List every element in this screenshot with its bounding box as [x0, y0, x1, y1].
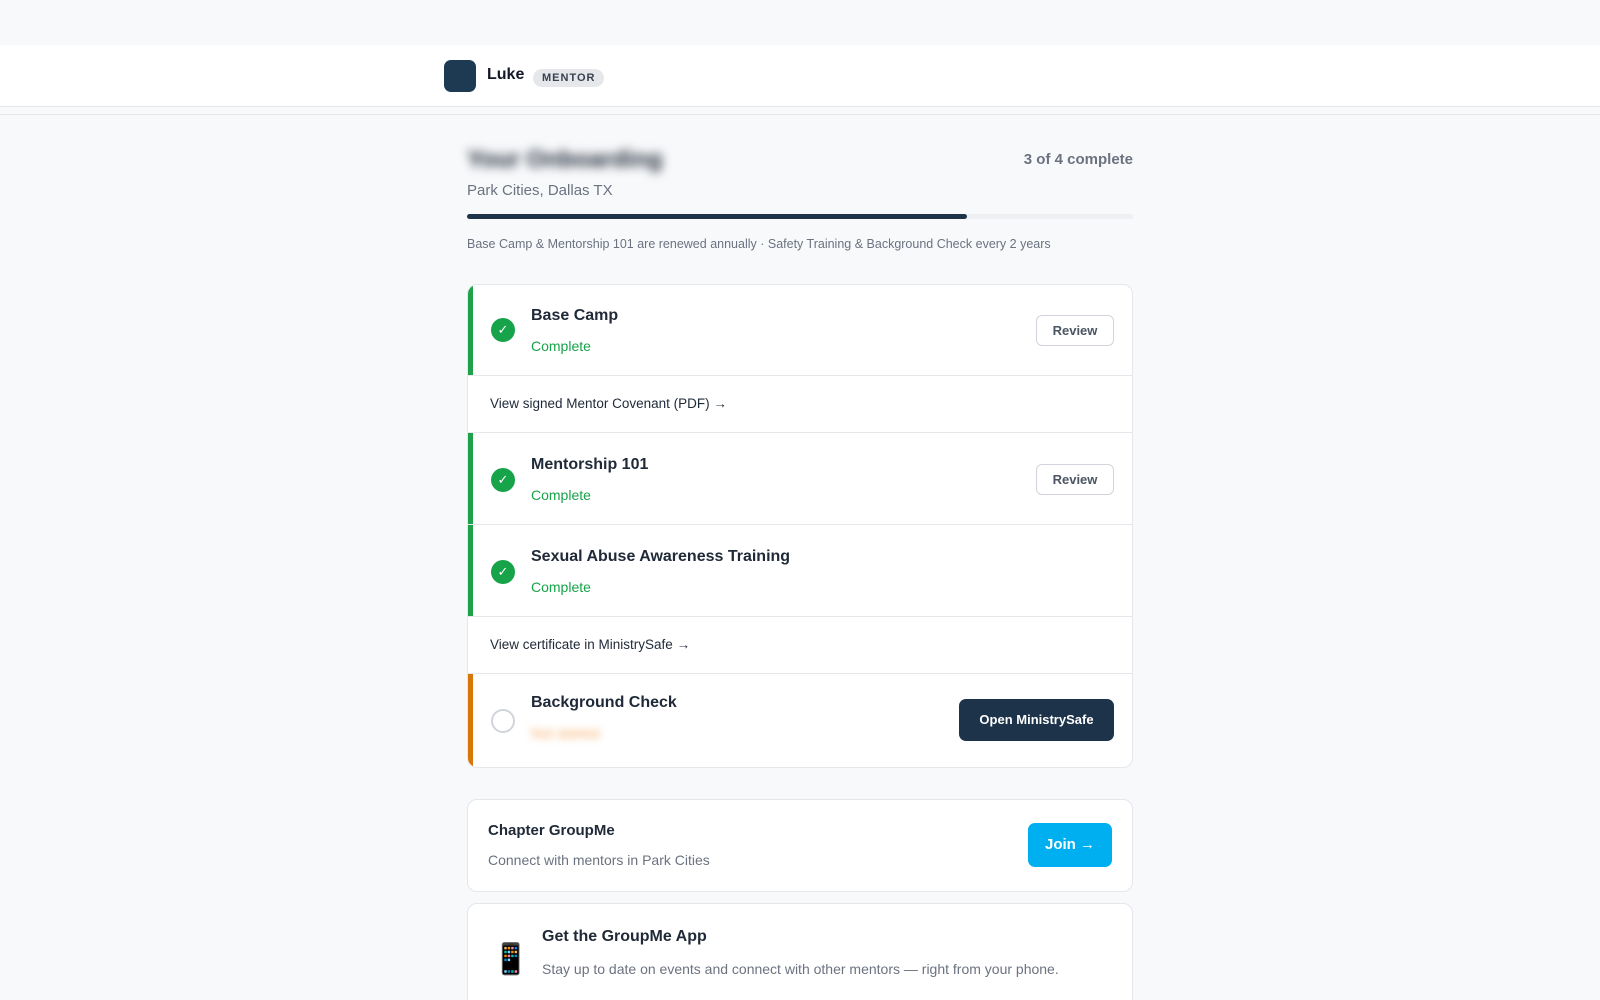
step-name: Background Check: [531, 694, 677, 711]
step-status: Complete: [531, 579, 591, 595]
step-status: Complete: [531, 338, 591, 354]
progress-count: 3 of 4 complete: [1023, 151, 1133, 168]
app-promo-title: Get the GroupMe App: [542, 928, 707, 945]
step-status-bar: [468, 674, 473, 767]
phone-icon: 📱: [492, 943, 530, 976]
app-header: Luke MENTOR: [0, 45, 1600, 107]
review-button[interactable]: Review: [1036, 464, 1114, 495]
user-name: Luke: [487, 66, 525, 83]
renewal-note: Base Camp & Mentorship 101 are renewed a…: [467, 237, 1051, 251]
top-strip: [0, 0, 1600, 45]
covenant-link-row: View signed Mentor Covenant (PDF) →: [468, 376, 1132, 433]
step-background-check: Background Check Not started Open Minist…: [468, 674, 1132, 767]
empty-circle-icon: [491, 709, 515, 733]
step-status: Not started: [531, 725, 600, 741]
step-base-camp: ✓ Base Camp Complete Review: [468, 285, 1132, 376]
header-divider: [0, 114, 1600, 115]
progress-bar: [467, 214, 1133, 219]
app-logo[interactable]: [444, 60, 476, 92]
check-icon: ✓: [491, 560, 515, 584]
groupme-subtitle: Connect with mentors in Park Cities: [488, 852, 710, 868]
step-name: Mentorship 101: [531, 456, 649, 473]
groupme-app-card: 📱 Get the GroupMe App Stay up to date on…: [467, 903, 1133, 1000]
step-name: Sexual Abuse Awareness Training: [531, 548, 791, 565]
step-mentorship-101: ✓ Mentorship 101 Complete Review: [468, 433, 1132, 525]
check-icon: ✓: [491, 318, 515, 342]
view-certificate-link[interactable]: View certificate in MinistrySafe →: [490, 637, 690, 652]
step-status-bar: [468, 285, 473, 375]
page-title: Your Onboarding: [467, 146, 663, 173]
join-groupme-button[interactable]: Join →: [1028, 823, 1112, 867]
step-status-bar: [468, 433, 473, 524]
step-safety-training: ✓ Sexual Abuse Awareness Training Comple…: [468, 525, 1132, 617]
chapter-location: Park Cities, Dallas TX: [467, 182, 613, 199]
review-button[interactable]: Review: [1036, 315, 1114, 346]
groupme-title: Chapter GroupMe: [488, 822, 615, 839]
progress-bar-fill: [467, 214, 967, 219]
role-badge: MENTOR: [533, 69, 605, 87]
onboarding-steps: ✓ Base Camp Complete Review View signed …: [467, 284, 1133, 768]
open-ministrysafe-button[interactable]: Open MinistrySafe: [959, 699, 1114, 741]
certificate-link-row: View certificate in MinistrySafe →: [468, 617, 1132, 674]
check-icon: ✓: [491, 468, 515, 492]
step-status-bar: [468, 525, 473, 616]
groupme-card: Chapter GroupMe Connect with mentors in …: [467, 799, 1133, 892]
step-status: Complete: [531, 487, 591, 503]
view-covenant-link[interactable]: View signed Mentor Covenant (PDF) →: [490, 396, 727, 411]
app-promo-description: Stay up to date on events and connect wi…: [542, 961, 1059, 977]
step-name: Base Camp: [531, 307, 619, 324]
